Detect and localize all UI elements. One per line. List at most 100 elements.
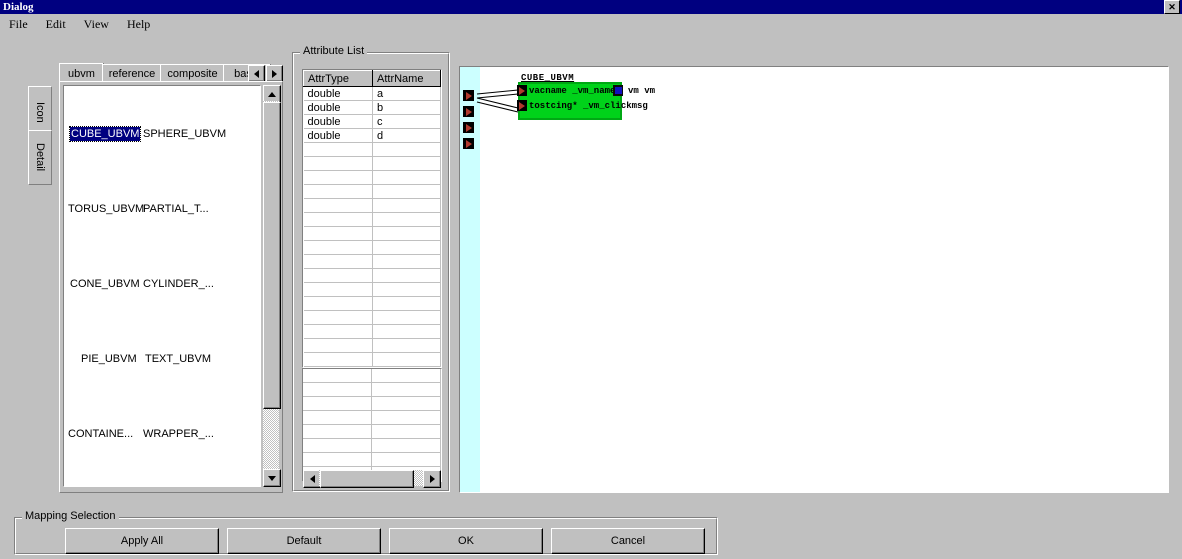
cell-empty[interactable]: [303, 396, 372, 411]
table-row-empty[interactable]: [303, 296, 441, 311]
cell-attrname[interactable]: d: [372, 128, 441, 143]
cell-empty[interactable]: [303, 212, 373, 227]
cell-empty[interactable]: [303, 198, 373, 213]
cell-empty[interactable]: [303, 226, 373, 241]
cell-empty[interactable]: [303, 452, 372, 467]
table-row-empty[interactable]: [303, 282, 441, 297]
table-row-empty[interactable]: [303, 170, 441, 185]
cell-attrtype[interactable]: double: [303, 128, 373, 143]
cell-empty[interactable]: [303, 282, 373, 297]
table-row-empty[interactable]: [303, 352, 441, 367]
cell-empty[interactable]: [372, 296, 441, 311]
secondary-table[interactable]: [302, 368, 442, 482]
cell-empty[interactable]: [371, 438, 441, 453]
canvas-port-1[interactable]: [463, 90, 474, 101]
cell-empty[interactable]: [303, 268, 373, 283]
cell-empty[interactable]: [372, 282, 441, 297]
cell-empty[interactable]: [303, 352, 373, 367]
cell-empty[interactable]: [303, 310, 373, 325]
table-row-empty[interactable]: [303, 438, 441, 453]
cell-attrtype[interactable]: double: [303, 100, 373, 115]
diagram-canvas[interactable]: CUBE_UBVM vacname _vm_name tostcing* _vm…: [459, 66, 1169, 493]
side-tab-detail[interactable]: Detail: [28, 130, 52, 185]
cell-empty[interactable]: [372, 268, 441, 283]
cell-empty[interactable]: [303, 296, 373, 311]
cell-empty[interactable]: [372, 352, 441, 367]
table-row-empty[interactable]: [303, 338, 441, 353]
list-item-torus-ubvm[interactable]: TORUS_UBVM: [67, 202, 145, 216]
cell-empty[interactable]: [371, 382, 441, 397]
node-input-port-2[interactable]: [517, 100, 527, 111]
cell-empty[interactable]: [371, 452, 441, 467]
cell-empty[interactable]: [371, 396, 441, 411]
table-row-empty[interactable]: [303, 184, 441, 199]
cell-empty[interactable]: [371, 424, 441, 439]
table-row-empty[interactable]: [303, 452, 441, 467]
node-row-1[interactable]: vacname _vm_name: [529, 86, 615, 98]
cell-empty[interactable]: [371, 410, 441, 425]
hscrollbar-thumb[interactable]: [320, 470, 414, 488]
table-row-empty[interactable]: [303, 324, 441, 339]
canvas-port-3[interactable]: [463, 122, 474, 133]
cell-attrname[interactable]: c: [372, 114, 441, 129]
table-row[interactable]: double c: [303, 114, 441, 129]
node-row-2[interactable]: tostcing* _vm_clickmsg: [529, 101, 648, 113]
list-item-container[interactable]: CONTAINE...: [67, 427, 134, 441]
cell-empty[interactable]: [303, 170, 373, 185]
cell-empty[interactable]: [303, 156, 373, 171]
cell-empty[interactable]: [372, 226, 441, 241]
table-row-empty[interactable]: [303, 396, 441, 411]
cell-empty[interactable]: [372, 184, 441, 199]
cell-empty[interactable]: [303, 324, 373, 339]
column-header-attrtype[interactable]: AttrType: [303, 70, 373, 87]
cell-empty[interactable]: [303, 142, 373, 157]
table-row[interactable]: double a: [303, 86, 441, 101]
list-item-sphere-ubvm[interactable]: SPHERE_UBVM: [142, 127, 227, 141]
list-item-pie-ubvm[interactable]: PIE_UBVM: [80, 352, 138, 366]
column-header-attrname[interactable]: AttrName: [372, 70, 441, 87]
ok-button[interactable]: OK: [389, 528, 543, 554]
menu-item-help[interactable]: Help: [118, 16, 159, 33]
cell-empty[interactable]: [303, 369, 372, 383]
cell-empty[interactable]: [372, 338, 441, 353]
cell-empty[interactable]: [303, 382, 372, 397]
scroll-down-button[interactable]: [263, 469, 281, 487]
cell-empty[interactable]: [372, 254, 441, 269]
table-row-empty[interactable]: [303, 226, 441, 241]
table-row[interactable]: double b: [303, 100, 441, 115]
icon-list-scrollbar[interactable]: [263, 85, 281, 487]
table-row-empty[interactable]: [303, 198, 441, 213]
cell-empty[interactable]: [303, 240, 373, 255]
cell-empty[interactable]: [372, 324, 441, 339]
cell-empty[interactable]: [372, 212, 441, 227]
icon-list[interactable]: CUBE_UBVM SPHERE_UBVM TORUS_UBVM PARTIAL…: [63, 85, 261, 487]
cell-empty[interactable]: [303, 254, 373, 269]
cell-empty[interactable]: [303, 410, 372, 425]
menu-item-file[interactable]: File: [0, 16, 37, 33]
table-row-empty[interactable]: [303, 254, 441, 269]
table-row-empty[interactable]: [303, 142, 441, 157]
tab-scroll-left-button[interactable]: [248, 65, 265, 82]
cell-empty[interactable]: [372, 310, 441, 325]
hscroll-right-button[interactable]: [423, 470, 441, 488]
cell-empty[interactable]: [371, 369, 441, 383]
cell-empty[interactable]: [303, 438, 372, 453]
table-row-empty[interactable]: [303, 310, 441, 325]
menu-item-edit[interactable]: Edit: [37, 16, 75, 33]
cell-attrname[interactable]: a: [372, 86, 441, 101]
table-row-empty[interactable]: [303, 268, 441, 283]
attribute-table[interactable]: AttrType AttrName double a double b double c d…: [302, 69, 442, 368]
table-row-empty[interactable]: [303, 212, 441, 227]
node-input-port-1[interactable]: [517, 85, 527, 96]
node-output-port[interactable]: [613, 85, 623, 96]
list-item-wrapper[interactable]: WRAPPER_...: [142, 427, 215, 441]
cell-attrtype[interactable]: double: [303, 114, 373, 129]
cell-attrname[interactable]: b: [372, 100, 441, 115]
cancel-button[interactable]: Cancel: [551, 528, 705, 554]
canvas-port-2[interactable]: [463, 106, 474, 117]
cell-empty[interactable]: [303, 338, 373, 353]
list-item-cone-ubvm[interactable]: CONE_UBVM: [69, 277, 141, 291]
tab-ubvm[interactable]: ubvm: [59, 63, 104, 83]
cell-empty[interactable]: [303, 184, 373, 199]
close-icon[interactable]: ✕: [1164, 0, 1180, 14]
